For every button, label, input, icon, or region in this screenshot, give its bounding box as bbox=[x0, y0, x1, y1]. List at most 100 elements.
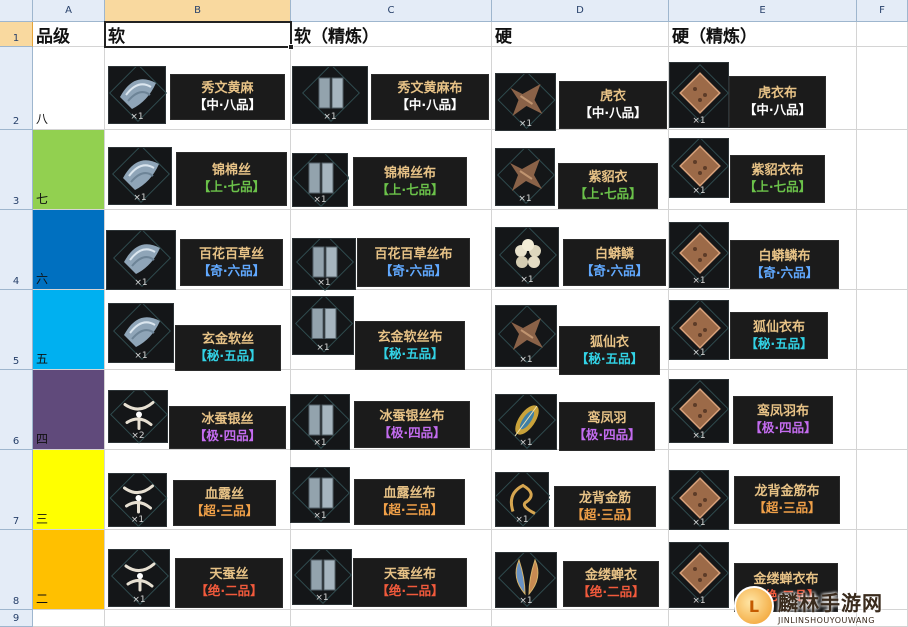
cell-d9[interactable] bbox=[492, 610, 669, 627]
item-grade: 【超·三品】 bbox=[571, 506, 639, 522]
item-grade: 【超·三品】 bbox=[190, 503, 259, 519]
cloth-bundle-icon: ×1 bbox=[108, 303, 174, 363]
cell-f1[interactable] bbox=[857, 22, 908, 47]
cloth-bolt-icon: ×1 bbox=[292, 153, 349, 207]
row-header-4[interactable]: 4 bbox=[0, 210, 33, 290]
item-grade: 【中·八品】 bbox=[579, 105, 647, 121]
item-quantity: ×1 bbox=[132, 595, 146, 605]
grade-cell-5[interactable]: 五 bbox=[33, 290, 105, 370]
item-grade: 【极·四品】 bbox=[193, 427, 262, 443]
column-header-f[interactable]: F bbox=[857, 0, 908, 22]
item-name: 天蚕丝 bbox=[209, 567, 249, 583]
cell-b9[interactable] bbox=[105, 610, 291, 627]
item-grade: 【极·四品】 bbox=[573, 426, 641, 442]
cell-f4[interactable] bbox=[857, 210, 908, 290]
item-name: 紫貂衣布 bbox=[751, 163, 804, 179]
item-quantity: ×1 bbox=[130, 112, 144, 122]
item-quantity: ×1 bbox=[515, 515, 529, 525]
hide-panel-icon: ×1 bbox=[669, 300, 729, 360]
item-quantity: ×1 bbox=[519, 355, 533, 365]
cell-a9[interactable] bbox=[33, 610, 105, 627]
item-label-card: 血露丝布 【超·三品】 bbox=[354, 479, 465, 525]
row-header-7[interactable]: 7 bbox=[0, 450, 33, 530]
column-header-c[interactable]: C bbox=[291, 0, 492, 22]
header-grade: 品级 bbox=[36, 27, 70, 47]
row-header-8[interactable]: 8 bbox=[0, 530, 33, 610]
grade-cell-7[interactable]: 三 bbox=[33, 450, 105, 530]
select-all-corner[interactable] bbox=[0, 0, 33, 22]
cell-f2[interactable] bbox=[857, 47, 908, 130]
item-name: 冰蚕银丝布 bbox=[379, 408, 445, 424]
item-name: 白蟒鳞 bbox=[594, 246, 634, 262]
cloth-bolt-icon: ×1 bbox=[292, 66, 368, 124]
item-grade: 【奇·六品】 bbox=[750, 264, 819, 280]
item-name: 秀文黄麻布 bbox=[397, 81, 463, 97]
item-label-card: 白蟒鳞 【奇·六品】 bbox=[563, 239, 666, 286]
item-grade: 【绝·二品】 bbox=[376, 582, 444, 598]
item-grade: 【奇·六品】 bbox=[580, 262, 649, 278]
watermark-title: 麟林手游网 bbox=[778, 591, 883, 615]
item-name: 血露丝 bbox=[204, 487, 244, 503]
grade-cell-2[interactable]: 八 bbox=[33, 47, 105, 130]
grade-cell-4[interactable]: 六 bbox=[33, 210, 105, 290]
hide-panel-icon: ×1 bbox=[669, 470, 729, 530]
item-name: 虎衣 bbox=[599, 89, 626, 105]
item-name: 百花百草丝布 bbox=[374, 246, 453, 262]
item-quantity: ×1 bbox=[692, 276, 706, 286]
item-quantity: ×1 bbox=[134, 278, 148, 288]
item-label-card: 血露丝 【超·三品】 bbox=[173, 480, 276, 526]
item-label-card: 冰蚕银丝布 【极·四品】 bbox=[354, 401, 470, 448]
item-grade: 【奇·六品】 bbox=[197, 262, 266, 278]
item-grade: 【奇·六品】 bbox=[379, 262, 448, 278]
grade-cell-8[interactable]: 二 bbox=[33, 530, 105, 610]
cloth-bolt-icon: ×1 bbox=[292, 238, 356, 291]
header-hard-refined: 硬（精炼） bbox=[672, 27, 757, 47]
cell-f5[interactable] bbox=[857, 290, 908, 370]
cloth-bolt-icon: ×1 bbox=[292, 296, 354, 355]
grade-cell-3[interactable]: 七 bbox=[33, 130, 105, 210]
grade-cell-6[interactable]: 四 bbox=[33, 370, 105, 450]
row-header-3[interactable]: 3 bbox=[0, 130, 33, 210]
item-label-card: 金缕蝉衣 【绝·二品】 bbox=[563, 561, 659, 607]
item-label-card: 玄金软丝 【秘·五品】 bbox=[175, 325, 281, 371]
item-label-card: 秀文黄麻 【中·八品】 bbox=[170, 74, 285, 120]
item-grade: 【秘·五品】 bbox=[575, 350, 644, 366]
item-label-card: 玄金软丝布 【秘·五品】 bbox=[355, 321, 465, 370]
item-quantity: ×1 bbox=[133, 193, 147, 203]
item-label-card: 冰蚕银丝 【极·四品】 bbox=[169, 406, 286, 449]
cell-f6[interactable] bbox=[857, 370, 908, 450]
item-grade: 【上·七品】 bbox=[574, 186, 642, 202]
row-header-5[interactable]: 5 bbox=[0, 290, 33, 370]
item-grade: 【秘·五品】 bbox=[376, 345, 444, 361]
item-grade: 【上·七品】 bbox=[197, 179, 266, 195]
cell-f7[interactable] bbox=[857, 450, 908, 530]
column-header-d[interactable]: D bbox=[492, 0, 669, 22]
item-grade: 【中·八品】 bbox=[396, 97, 464, 113]
cell-c9[interactable] bbox=[291, 610, 492, 627]
pelt-icon: ×1 bbox=[495, 305, 557, 367]
row-header-9[interactable]: 9 bbox=[0, 610, 33, 627]
item-quantity: ×1 bbox=[323, 112, 337, 122]
item-name: 冰蚕银丝 bbox=[201, 411, 254, 427]
row-header-6[interactable]: 6 bbox=[0, 370, 33, 450]
item-quantity: ×1 bbox=[313, 511, 327, 521]
item-quantity: ×1 bbox=[692, 348, 706, 358]
column-header-e[interactable]: E bbox=[669, 0, 857, 22]
cell-f3[interactable] bbox=[857, 130, 908, 210]
item-grade: 【超·三品】 bbox=[753, 500, 821, 516]
column-header-b[interactable]: B bbox=[105, 0, 291, 22]
cloth-bundle-icon: ×1 bbox=[108, 147, 172, 205]
row-header-1[interactable]: 1 bbox=[0, 22, 33, 47]
row-header-2[interactable]: 2 bbox=[0, 47, 33, 130]
fill-handle[interactable] bbox=[288, 44, 294, 50]
item-grade: 【极·四品】 bbox=[378, 424, 446, 440]
item-grade: 【绝·二品】 bbox=[577, 584, 645, 600]
column-header-a[interactable]: A bbox=[33, 0, 105, 22]
item-name: 金缕蝉衣 bbox=[584, 568, 637, 584]
item-label-card: 狐仙衣布 【秘·五品】 bbox=[730, 312, 828, 359]
item-quantity: ×1 bbox=[134, 351, 148, 361]
item-name: 玄金软丝布 bbox=[377, 329, 443, 345]
item-name: 天蚕丝布 bbox=[383, 566, 436, 582]
item-name: 鸾凤羽 bbox=[587, 410, 627, 426]
item-label-card: 虎衣 【中·八品】 bbox=[559, 81, 667, 129]
